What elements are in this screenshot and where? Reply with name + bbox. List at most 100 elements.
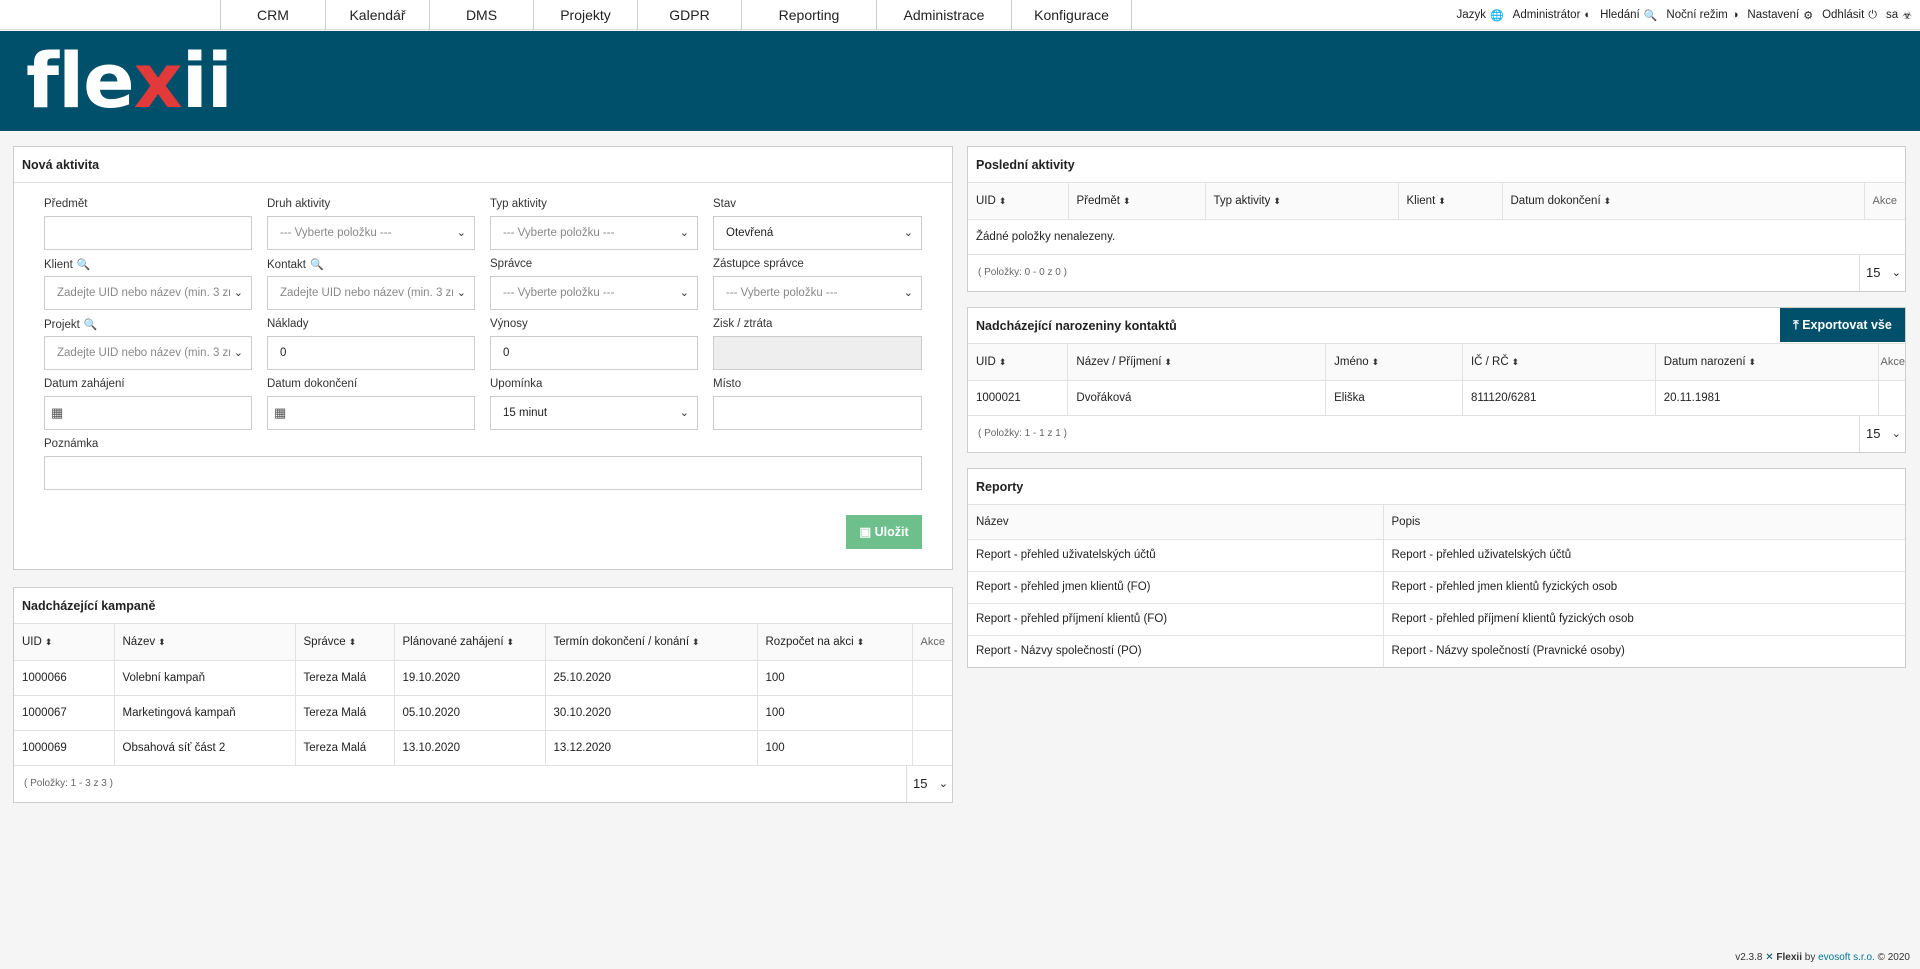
brand-name: Flexii [1776,952,1802,963]
cell-name: Obsahová síť část 2 [114,730,296,766]
nav-projekty[interactable]: Projekty [534,0,638,30]
contact-select[interactable]: Zadejte UID nebo název (min. 3 zn ⌄ [267,276,475,310]
search-link[interactable]: Hledání 🔍 [1600,9,1657,22]
manager-select[interactable]: --- Vyberte položku --- ⌄ [490,276,698,310]
place-input[interactable] [713,396,922,430]
subject-input[interactable] [44,216,252,250]
project-label: Projekt 🔍 [44,319,98,331]
chevron-down-icon: ⌄ [903,287,913,299]
nav-reporting[interactable]: Reporting [742,0,877,30]
type-select[interactable]: --- Vyberte položku --- ⌄ [490,216,698,250]
report-link[interactable]: Report - přehled jmen klientů (FO) [968,571,1384,604]
panel-title: Poslední aktivity [968,147,1905,183]
user-menu[interactable]: sa ☣ [1886,9,1912,22]
chevron-down-icon: ⌄ [229,337,243,369]
search-icon[interactable]: 🔍 [77,259,91,271]
cell-uid: 1000067 [14,695,115,731]
cell-end: 25.10.2020 [545,660,758,696]
col-birth-date[interactable]: Datum narození ⬍ [1655,344,1879,381]
cell-birth-date: 20.11.1981 [1655,380,1879,416]
col-budget[interactable]: Rozpočet na akci ⬍ [757,624,913,661]
state-select[interactable]: Otevřená ⌄ [713,216,922,250]
brand-header: flexii [0,31,1920,131]
nav-kalendar[interactable]: Kalendář [326,0,430,30]
cell-id-number: 811120/6281 [1462,380,1656,416]
table-row[interactable]: Report - přehled uživatelských účtů Repo… [968,539,1905,572]
flexii-logo[interactable]: flexii [26,43,233,119]
cell-manager: Tereza Malá [295,660,395,696]
col-uid[interactable]: UID ⬍ [14,624,115,661]
col-id-number[interactable]: IČ / RČ ⬍ [1462,344,1656,381]
col-type[interactable]: Typ aktivity ⬍ [1205,183,1399,220]
note-input[interactable] [44,456,922,490]
profit-input [713,336,922,370]
report-link[interactable]: Report - Názvy společností (PO) [968,635,1384,667]
search-icon[interactable]: 🔍 [310,259,324,271]
page-size-select[interactable]: 15 ⌄ [1859,254,1905,291]
contact-label: Kontakt 🔍 [267,259,324,271]
client-select[interactable]: Zadejte UID nebo název (min. 3 zn ⌄ [44,276,252,310]
col-actions: Akce [912,624,952,661]
col-actions: Akce [1878,344,1905,381]
cell-actions[interactable] [912,730,952,766]
col-first-name[interactable]: Jméno ⬍ [1325,344,1463,381]
col-client[interactable]: Klient ⬍ [1398,183,1503,220]
project-select[interactable]: Zadejte UID nebo název (min. 3 zn ⌄ [44,336,252,370]
night-mode-toggle[interactable]: Noční režim ◑ [1666,9,1738,21]
costs-input[interactable]: 0 [267,336,475,370]
profit-label: Zisk / ztráta [713,318,773,330]
table-row[interactable]: 1000069 Obsahová síť část 2 Tereza Malá … [14,730,952,766]
language-menu[interactable]: Jazyk 🌐 [1457,9,1504,22]
start-date-input[interactable]: ▦ [44,396,252,430]
col-planned-start[interactable]: Plánované zahájení ⬍ [394,624,546,661]
export-all-button[interactable]: ⤒ Exportovat vše [1780,308,1905,342]
col-name[interactable]: Název ⬍ [114,624,296,661]
page-size-select[interactable]: 15 ⌄ [906,765,952,802]
col-subject[interactable]: Předmět ⬍ [1068,183,1206,220]
table-row[interactable]: Report - přehled jmen klientů (FO) Repor… [968,571,1905,604]
nav-konfigurace[interactable]: Konfigurace [1012,0,1132,30]
cell-actions[interactable] [912,695,952,731]
kind-select[interactable]: --- Vyberte položku --- ⌄ [267,216,475,250]
col-uid[interactable]: UID ⬍ [968,344,1069,381]
calendar-icon[interactable]: ▦ [274,397,286,429]
table-row[interactable]: Report - přehled příjmení klientů (FO) R… [968,603,1905,636]
reminder-select[interactable]: 15 minut ⌄ [490,396,698,430]
col-end-date[interactable]: Datum dokončení ⬍ [1502,183,1865,220]
table-row[interactable]: Report - Názvy společností (PO) Report -… [968,635,1905,667]
page-size-select[interactable]: 15 ⌄ [1859,415,1905,452]
cell-actions[interactable] [1878,380,1905,416]
save-button[interactable]: ▣ Uložit [846,515,922,549]
language-label: Jazyk [1456,9,1486,21]
table-row[interactable]: 1000067 Marketingová kampaň Tereza Malá … [14,695,952,731]
admin-toggle[interactable]: Administrátor ◐ [1513,9,1591,21]
by-text: by [1804,952,1816,963]
search-icon[interactable]: 🔍 [84,319,98,331]
company-link[interactable]: evosoft s.r.o. [1818,952,1875,963]
calendar-icon[interactable]: ▦ [51,397,63,429]
report-link[interactable]: Report - přehled příjmení klientů (FO) [968,603,1384,636]
col-uid[interactable]: UID ⬍ [968,183,1069,220]
col-surname[interactable]: Název / Příjmení ⬍ [1067,344,1327,381]
table-row[interactable]: 1000021 Dvořáková Eliška 811120/6281 20.… [968,380,1905,416]
report-link[interactable]: Report - přehled uživatelských účtů [968,539,1384,572]
nav-administrace[interactable]: Administrace [877,0,1012,30]
col-manager[interactable]: Správce ⬍ [295,624,395,661]
col-end-date[interactable]: Termín dokončení / konání ⬍ [545,624,758,661]
panel-title: Nadcházející narozeniny kontaktů ⤒ Expor… [968,308,1905,344]
deputy-select[interactable]: --- Vyberte položku --- ⌄ [713,276,922,310]
nav-gdpr[interactable]: GDPR [638,0,742,30]
cell-start: 19.10.2020 [394,660,546,696]
chevron-down-icon: ⌄ [679,227,689,239]
end-date-input[interactable]: ▦ [267,396,475,430]
nav-dms[interactable]: DMS [430,0,534,30]
logout-label: Odhlásit [1822,9,1865,21]
night-mode-label: Noční režim [1666,9,1728,21]
table-row[interactable]: 1000066 Volební kampaň Tereza Malá 19.10… [14,660,952,696]
chevron-down-icon: ⌄ [229,277,243,309]
cell-actions[interactable] [912,660,952,696]
nav-crm[interactable]: CRM [221,0,326,30]
revenue-input[interactable]: 0 [490,336,698,370]
logout-link[interactable]: Odhlásit ⏻ [1822,9,1877,22]
settings-link[interactable]: Nastavení ⚙ [1747,9,1813,22]
